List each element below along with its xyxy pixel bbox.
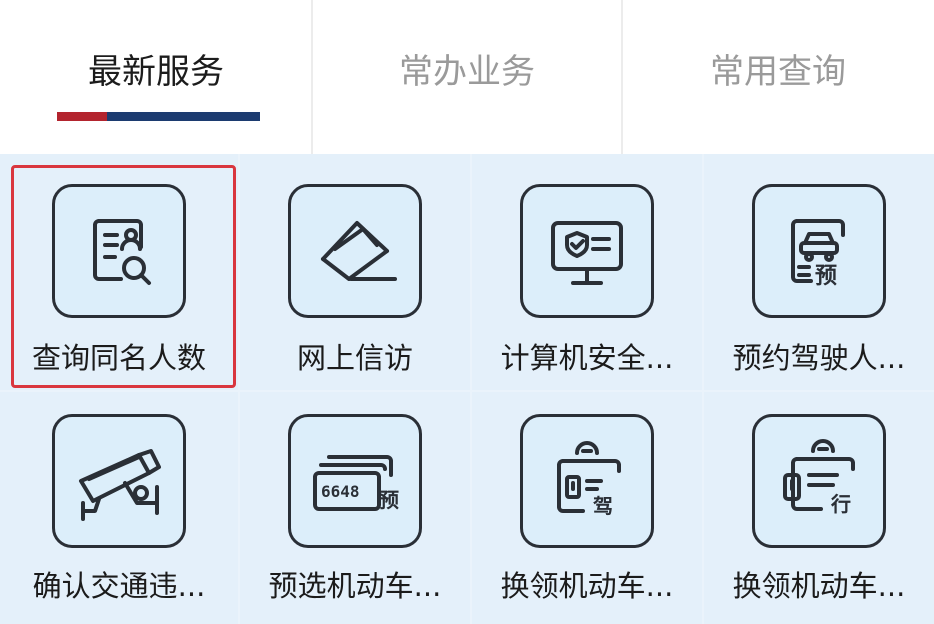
- tab-label: 常办业务: [399, 52, 535, 92]
- icon-tile: 驾: [520, 414, 654, 548]
- car-booking-icon: 预: [791, 219, 845, 289]
- tab-label: 最新服务: [88, 52, 224, 92]
- drive-char-text: 驾: [593, 494, 613, 518]
- license-char-text: 行: [830, 492, 851, 516]
- surveillance-camera-icon: [79, 449, 161, 521]
- computer-shield-icon: [551, 221, 623, 285]
- license-plate-icon: 6648 预: [313, 455, 399, 512]
- tab-latest-services[interactable]: 最新服务: [0, 0, 312, 154]
- service-grid: 查询同名人数 网上信访 计算机安全... 预 预约驾驶人... 确认交通违...…: [0, 154, 934, 624]
- tab-label: 常用查询: [710, 52, 846, 92]
- service-tabs: 最新服务 常办业务 常用查询: [0, 0, 934, 154]
- vehicle-license-renew-icon: 行: [783, 439, 855, 516]
- envelope-pen-icon: [321, 221, 397, 281]
- active-tab-indicator: [57, 112, 260, 121]
- service-query-same-name[interactable]: 查询同名人数: [0, 154, 238, 390]
- service-renew-driving-license[interactable]: 驾 换领机动车...: [472, 392, 702, 624]
- indicator-red-segment: [57, 112, 107, 121]
- tab-frequent-business[interactable]: 常办业务: [312, 0, 622, 154]
- icon-tile: [520, 184, 654, 318]
- service-renew-vehicle-license[interactable]: 行 换领机动车...: [704, 392, 934, 624]
- service-label: 网上信访: [296, 341, 413, 375]
- service-label: 计算机安全...: [500, 341, 674, 375]
- service-label: 预选机动车...: [268, 569, 442, 603]
- service-computer-security[interactable]: 计算机安全...: [472, 154, 702, 390]
- icon-tile: 行: [752, 414, 886, 548]
- service-preselect-plate[interactable]: 6648 预 预选机动车...: [240, 392, 470, 624]
- car-char-text: 预: [815, 264, 837, 289]
- plate-number-text: 6648: [321, 482, 360, 501]
- service-online-petition[interactable]: 网上信访: [240, 154, 470, 390]
- service-confirm-traffic-violation[interactable]: 确认交通违...: [0, 392, 238, 624]
- icon-tile: [52, 184, 186, 318]
- service-label: 查询同名人数: [31, 341, 206, 375]
- icon-tile: 6648 预: [288, 414, 422, 548]
- id-card-search-icon: [93, 219, 151, 285]
- tab-common-queries[interactable]: 常用查询: [622, 0, 934, 154]
- service-label: 换领机动车...: [500, 569, 674, 603]
- plate-char-text: 预: [379, 488, 399, 512]
- service-label: 换领机动车...: [732, 569, 906, 603]
- indicator-blue-segment: [107, 112, 260, 121]
- service-label: 确认交通违...: [32, 569, 206, 603]
- service-driver-appointment[interactable]: 预 预约驾驶人...: [704, 154, 934, 390]
- icon-tile: [52, 414, 186, 548]
- driving-license-renew-icon: 驾: [557, 441, 621, 518]
- service-label: 预约驾驶人...: [732, 341, 906, 375]
- icon-tile: 预: [752, 184, 886, 318]
- icon-tile: [288, 184, 422, 318]
